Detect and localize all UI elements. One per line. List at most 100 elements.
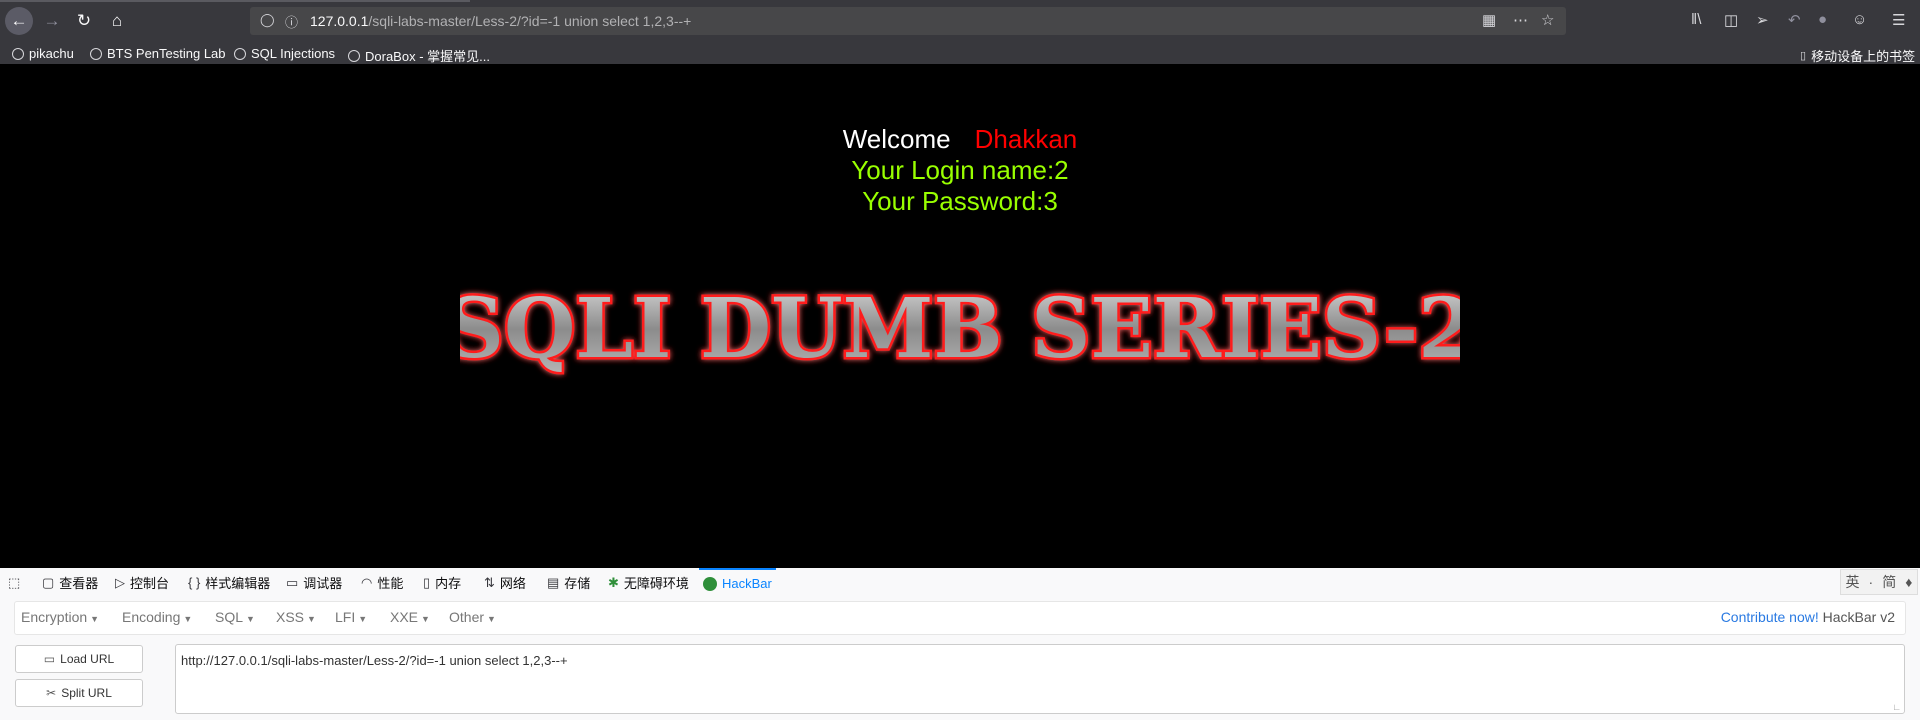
- menu-label: LFI: [335, 609, 356, 625]
- back-icon[interactable]: ←: [5, 7, 33, 35]
- network-arrows-icon: ⇅: [484, 574, 495, 590]
- contribute-link[interactable]: Contribute now!: [1721, 609, 1819, 625]
- login-name-text: Your Login name:2: [851, 155, 1069, 185]
- hackbar-url-textarea[interactable]: http://127.0.0.1/sqli-labs-master/Less-2…: [175, 644, 1905, 714]
- sidebar-icon[interactable]: ◫: [1724, 11, 1738, 29]
- bookmark-dorabox[interactable]: DoraBox - 掌握常见...: [348, 46, 490, 65]
- caret-down-icon: ▼: [421, 614, 430, 624]
- bookmark-label: DoraBox - 掌握常见...: [365, 49, 490, 64]
- reload-icon[interactable]: ↻: [70, 7, 98, 35]
- contribute-area: Contribute now! HackBar v2: [1721, 609, 1895, 625]
- url-bar[interactable]: ◯ ⓘ 127.0.0.1/sqli-labs-master/Less-2/?i…: [250, 7, 1566, 35]
- menu-label: XXE: [390, 609, 419, 625]
- tracking-shield-icon[interactable]: ◯: [260, 12, 275, 28]
- caret-down-icon: ▼: [183, 614, 193, 624]
- tab-storage[interactable]: ▤ 存储: [547, 568, 590, 597]
- menu-label: Other: [449, 609, 485, 625]
- folder-icon: ▯: [1800, 50, 1807, 62]
- tab-performance[interactable]: ◠ 性能: [361, 568, 403, 597]
- element-picker-icon[interactable]: ⬚: [8, 568, 20, 597]
- tab-style-editor[interactable]: { } 样式编辑器: [188, 568, 270, 597]
- welcome-line: Welcome Dhakkan: [0, 124, 1920, 155]
- tab-label: 调试器: [303, 576, 343, 591]
- globe-icon: [234, 47, 246, 60]
- menu-icon[interactable]: ☰: [1892, 11, 1905, 29]
- menu-encoding[interactable]: Encoding ▼: [122, 609, 192, 625]
- tab-label: 控制台: [130, 576, 170, 591]
- logo-image: SQLI DUMB SERIES-2: [460, 279, 1460, 380]
- tab-label: 样式编辑器: [205, 576, 271, 591]
- menu-encryption[interactable]: Encryption ▼: [21, 609, 99, 625]
- menu-xss[interactable]: XSS ▼: [276, 609, 316, 625]
- url-host: 127.0.0.1: [310, 13, 369, 29]
- hackbar-menu-bar: Encryption ▼ Encoding ▼ SQL ▼ XSS ▼ LFI ▼ XXE…: [14, 601, 1906, 635]
- library-icon[interactable]: ‖\: [1691, 11, 1701, 28]
- page-actions-icon[interactable]: ⋯: [1513, 11, 1528, 29]
- menu-xxe[interactable]: XXE ▼: [390, 609, 430, 625]
- globe-icon: [348, 49, 360, 62]
- menu-label: Encoding: [122, 609, 181, 625]
- storage-icon: ▤: [547, 574, 560, 590]
- bookmark-sql-injections[interactable]: SQL Injections: [234, 46, 335, 61]
- qr-code-icon[interactable]: ▦: [1482, 11, 1496, 29]
- bookmark-star-icon[interactable]: ☆: [1541, 11, 1554, 29]
- url-text[interactable]: 127.0.0.1/sqli-labs-master/Less-2/?id=-1…: [310, 13, 691, 29]
- load-url-button[interactable]: ▭ Load URL: [15, 645, 143, 673]
- site-info-icon[interactable]: ⓘ: [285, 12, 298, 31]
- bookmark-bts-pentesting-lab[interactable]: BTS PenTesting Lab: [90, 46, 226, 61]
- console-icon: ▷: [115, 574, 125, 590]
- tab-debugger[interactable]: ▭ 调试器: [286, 568, 342, 597]
- caret-down-icon: ▼: [358, 614, 368, 624]
- tab-accessibility[interactable]: ✱ 无障碍环境: [608, 568, 689, 597]
- menu-other[interactable]: Other ▼: [449, 609, 496, 625]
- load-icon: ▭: [43, 652, 56, 666]
- url-textarea-value[interactable]: http://127.0.0.1/sqli-labs-master/Less-2…: [181, 653, 568, 668]
- inspector-icon: ▢: [42, 574, 55, 590]
- tab-hackbar[interactable]: HackBar: [699, 568, 776, 597]
- caret-down-icon: ▼: [487, 614, 496, 624]
- gauge-icon: ◠: [361, 574, 373, 590]
- scissors-icon: ✂: [46, 686, 57, 700]
- ime-indicator[interactable]: 英 · 简 ♦: [1840, 569, 1918, 595]
- series-logo: SQLI DUMB SERIES-2: [0, 272, 1920, 382]
- ime-shirt-icon: ♦: [1905, 574, 1913, 590]
- hackbar-menu: Encryption ▼ Encoding ▼ SQL ▼ XSS ▼ LFI ▼ XXE…: [0, 597, 1920, 637]
- tab-label: 存储: [564, 576, 591, 591]
- menu-label: XSS: [276, 609, 305, 625]
- extension-icon[interactable]: ●: [1818, 11, 1827, 28]
- menu-label: SQL: [215, 609, 244, 625]
- bookmark-pikachu[interactable]: pikachu: [12, 46, 74, 61]
- devtools-tabbar: ⬚ ▢ 查看器 ▷ 控制台 { } 样式编辑器 ▭ 调试器 ◠ 性能 ▯ 内存 ⇅ 网络 ▤ 存…: [0, 568, 1920, 598]
- braces-icon: { }: [188, 575, 201, 590]
- tab-label: 性能: [377, 576, 404, 591]
- bookmarks-bar: pikachu BTS PenTesting Lab SQL Injection…: [0, 42, 1920, 65]
- tab-label: HackBar: [722, 576, 772, 591]
- resize-grip-icon[interactable]: ∟: [1892, 702, 1901, 712]
- ime-english: 英: [1845, 574, 1860, 590]
- screenshot-crop-icon[interactable]: ➢: [1756, 11, 1769, 29]
- active-tab-indicator: [0, 0, 470, 2]
- user-name: Dhakkan: [974, 124, 1078, 154]
- hackbar-icon: [703, 576, 717, 591]
- ime-separator: ·: [1868, 574, 1874, 590]
- account-icon[interactable]: ☺: [1852, 11, 1867, 28]
- undo-icon[interactable]: ↶: [1788, 11, 1801, 29]
- mobile-bookmarks-label: 移动设备上的书签: [1811, 49, 1916, 64]
- menu-sql[interactable]: SQL ▼: [215, 609, 255, 625]
- tab-network[interactable]: ⇅ 网络: [484, 568, 526, 597]
- tab-memory[interactable]: ▯ 内存: [423, 568, 461, 597]
- menu-lfi[interactable]: LFI ▼: [335, 609, 367, 625]
- hackbar-version: HackBar v2: [1822, 609, 1895, 625]
- accessibility-icon: ✱: [608, 574, 619, 590]
- tab-console[interactable]: ▷ 控制台: [115, 568, 169, 597]
- tab-label: 内存: [435, 576, 462, 591]
- forward-icon[interactable]: →: [38, 7, 66, 35]
- tab-inspector[interactable]: ▢ 查看器: [42, 568, 98, 597]
- ime-simplified: 简: [1882, 574, 1897, 590]
- mobile-bookmarks[interactable]: ▯ 移动设备上的书签: [1800, 46, 1915, 65]
- caret-down-icon: ▼: [246, 614, 255, 624]
- memory-icon: ▯: [423, 574, 431, 590]
- split-url-button[interactable]: ✂ Split URL: [15, 679, 143, 707]
- home-icon[interactable]: ⌂: [103, 7, 131, 35]
- split-url-label: Split URL: [61, 686, 112, 700]
